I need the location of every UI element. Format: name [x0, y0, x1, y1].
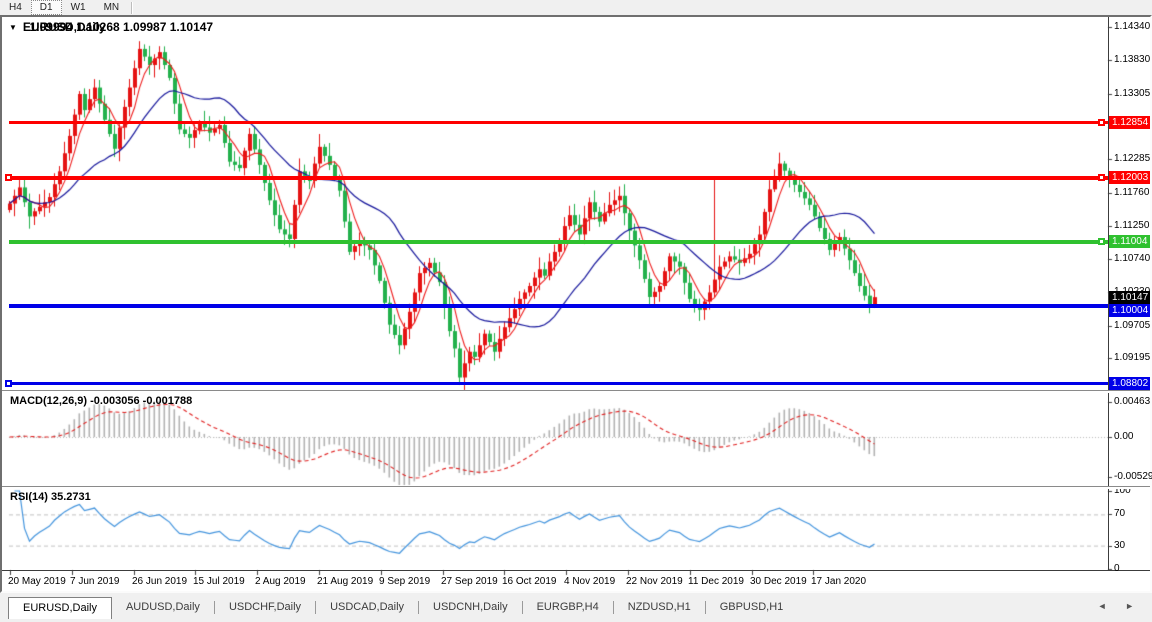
rsi-axis-label: 70: [1114, 508, 1125, 519]
date-axis-label: 15 Jul 2019: [193, 576, 245, 587]
date-axis-label: 16 Oct 2019: [502, 576, 556, 587]
chart-title: ▼EURUSD,Daily 1.09994 1.10268 1.09987 1.…: [9, 20, 30, 34]
price-axis-label: 1.14340: [1114, 21, 1150, 32]
date-axis-label: 27 Sep 2019: [441, 576, 498, 587]
panel-separator-rsi[interactable]: [2, 486, 1150, 489]
price-badge-1.10147: 1.10147: [1109, 291, 1150, 304]
level-handle-right-1.12854[interactable]: [1098, 119, 1105, 126]
level-handle-left-1.08802[interactable]: [5, 380, 12, 387]
panel-separator-macd[interactable]: [2, 390, 1150, 393]
rsi-indicator-label: RSI(14) 35.2731: [10, 491, 91, 503]
time-axis-border: [2, 570, 1150, 571]
timeframe-button-mn[interactable]: MN: [95, 0, 129, 15]
tab-usdcnh-daily[interactable]: USDCNH,Daily: [419, 597, 522, 617]
level-line-1.11004[interactable]: [9, 240, 1108, 244]
chart-window: ▼EURUSD,Daily 1.09994 1.10268 1.09987 1.…: [0, 15, 1152, 593]
price-badge-1.11004: 1.11004: [1109, 235, 1150, 248]
level-handle-right-1.12003[interactable]: [1098, 174, 1105, 181]
tab-nzdusd-h1[interactable]: NZDUSD,H1: [614, 597, 705, 617]
date-axis-label: 17 Jan 2020: [811, 576, 866, 587]
price-axis-label: 1.13305: [1114, 88, 1150, 99]
date-axis-label: 30 Dec 2019: [750, 576, 807, 587]
level-line-1.12854[interactable]: [9, 121, 1108, 124]
date-axis-label: 9 Sep 2019: [379, 576, 430, 587]
symbol-dropdown-icon[interactable]: ▼: [9, 23, 17, 32]
ohlc-values: 1.09994 1.10268 1.09987 1.10147: [30, 20, 214, 34]
price-axis-label: 1.10740: [1114, 253, 1150, 264]
price-axis-label: 1.11250: [1114, 220, 1149, 231]
date-axis-label: 20 May 2019: [8, 576, 66, 587]
price-badge-1.12854: 1.12854: [1109, 116, 1150, 129]
level-line-1.12003[interactable]: [9, 176, 1108, 180]
level-line-1.10004[interactable]: [9, 304, 1108, 308]
date-axis-label: 21 Aug 2019: [317, 576, 373, 587]
tab-eurusd-daily[interactable]: EURUSD,Daily: [8, 597, 112, 619]
symbol-tab-bar: EURUSD,DailyAUDUSD,DailyUSDCHF,DailyUSDC…: [0, 594, 1152, 622]
timeframe-button-w1[interactable]: W1: [62, 0, 95, 15]
tab-usdchf-daily[interactable]: USDCHF,Daily: [215, 597, 315, 617]
macd-axis-label: 0.00463: [1114, 396, 1150, 407]
date-axis-label: 22 Nov 2019: [626, 576, 683, 587]
macd-indicator-label: MACD(12,26,9) -0.003056 -0.001788: [10, 395, 192, 407]
timeframe-button-d1[interactable]: D1: [31, 0, 62, 15]
price-axis-label: 1.11760: [1114, 187, 1149, 198]
date-axis-label: 7 Jun 2019: [70, 576, 120, 587]
timeframe-toolbar: H4D1W1MN: [0, 0, 1152, 15]
price-axis-label: 1.12285: [1114, 153, 1150, 164]
rsi-axis-label: 30: [1114, 540, 1125, 551]
price-axis-label: 1.09195: [1114, 352, 1150, 363]
date-axis-label: 2 Aug 2019: [255, 576, 306, 587]
price-axis-label: 1.13830: [1114, 54, 1150, 65]
tab-scroll-arrows[interactable]: ◄ ►: [1098, 601, 1142, 611]
tab-gbpusd-h1[interactable]: GBPUSD,H1: [706, 597, 798, 617]
tab-usdcad-daily[interactable]: USDCAD,Daily: [316, 597, 418, 617]
timeframe-button-h4[interactable]: H4: [0, 0, 31, 15]
macd-axis-label: -0.005299: [1114, 471, 1152, 482]
macd-axis-label: 0.00: [1114, 431, 1133, 442]
toolbar-separator: [131, 2, 133, 14]
level-line-1.08802[interactable]: [9, 382, 1108, 385]
tab-audusd-daily[interactable]: AUDUSD,Daily: [112, 597, 214, 617]
price-badge-1.08802: 1.08802: [1109, 377, 1150, 390]
tab-eurgbp-h4[interactable]: EURGBP,H4: [523, 597, 613, 617]
date-axis-label: 4 Nov 2019: [564, 576, 615, 587]
level-handle-left-1.12003[interactable]: [5, 174, 12, 181]
price-badge-1.10004: 1.10004: [1109, 304, 1150, 317]
date-axis-label: 11 Dec 2019: [688, 576, 744, 587]
price-axis-label: 1.09705: [1114, 320, 1150, 331]
rsi-axis-label: 0: [1114, 563, 1120, 574]
date-axis-label: 26 Jun 2019: [132, 576, 187, 587]
level-handle-right-1.11004[interactable]: [1098, 238, 1105, 245]
price-badge-1.12003: 1.12003: [1109, 171, 1150, 184]
